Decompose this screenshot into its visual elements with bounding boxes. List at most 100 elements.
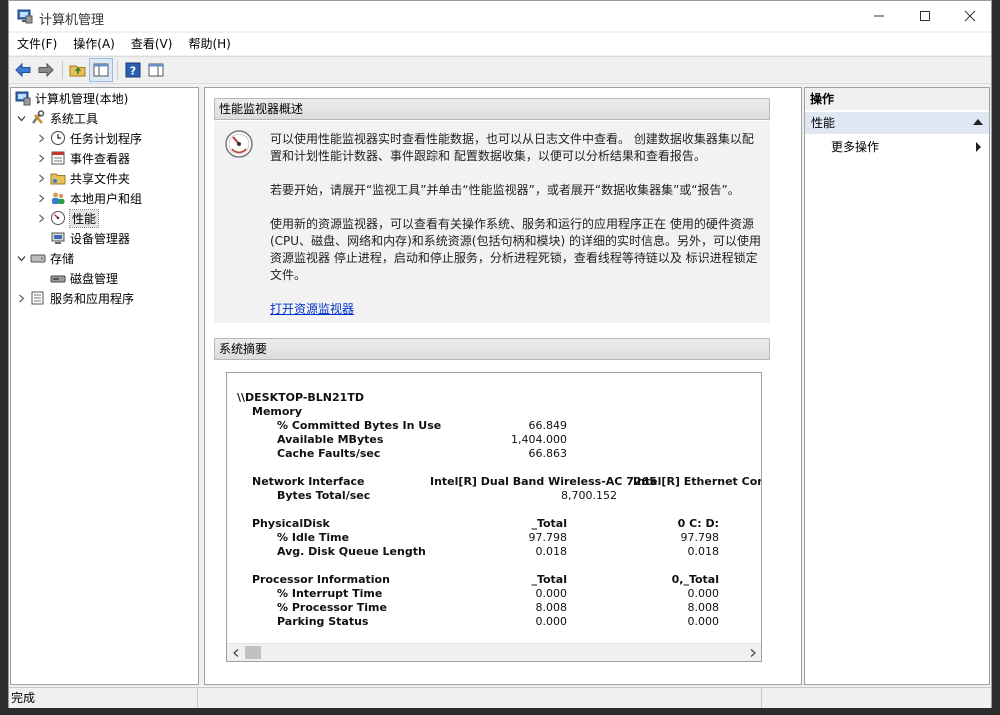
minimize-button[interactable] <box>856 1 902 31</box>
close-button[interactable] <box>947 1 993 31</box>
system-summary-box[interactable]: \\DESKTOP-BLN21TD Memory % Committed Byt… <box>226 372 762 662</box>
parking-status-label: Parking Status <box>277 615 369 628</box>
summary-section-header[interactable]: 系统摘要 <box>214 338 770 360</box>
idle-time-value-2: 97.798 <box>680 531 720 544</box>
tree-item-local-users[interactable]: 本地用户和组 <box>35 188 142 208</box>
svg-text:?: ? <box>130 65 136 78</box>
minimize-icon <box>874 15 884 17</box>
parking-status-value-2: 0.000 <box>687 615 720 628</box>
scrollbar-thumb[interactable] <box>245 646 261 659</box>
overview-paragraph-3: 使用新的资源监视器，可以查看有关操作系统、服务和运行的应用程序正在 使用的硬件资… <box>270 216 762 284</box>
chevron-right-icon <box>750 648 756 657</box>
committed-bytes-value: 66.849 <box>528 419 568 432</box>
tree-item-system-tools[interactable]: 系统工具 <box>15 108 98 128</box>
scroll-right-button[interactable] <box>744 644 761 661</box>
menu-view[interactable]: 查看(V) <box>123 33 181 55</box>
users-icon <box>50 190 66 206</box>
tree-label: 系统工具 <box>50 111 99 126</box>
disk-col-1: _Total <box>531 517 567 530</box>
interrupt-time-value-1: 0.000 <box>535 587 568 600</box>
tree-label: 磁盘管理 <box>70 271 119 286</box>
cache-faults-value: 66.863 <box>528 447 568 460</box>
processor-information-label: Processor Information <box>252 573 390 586</box>
open-resource-monitor-link[interactable]: 打开资源监视器 <box>270 302 354 316</box>
status-text: 完成 <box>9 688 198 708</box>
maximize-icon <box>920 11 930 21</box>
tree-item-root[interactable]: 计算机管理(本地) <box>15 88 128 108</box>
overview-section-header[interactable]: 性能监视器概述 <box>214 98 770 120</box>
cache-faults-label: Cache Faults/sec <box>277 447 381 460</box>
show-tree-icon <box>93 63 109 77</box>
menu-action[interactable]: 操作(A) <box>65 33 123 55</box>
tree-item-storage[interactable]: 存储 <box>15 248 74 268</box>
menu-bar: 文件(F) 操作(A) 查看(V) 帮助(H) <box>9 33 991 55</box>
forward-icon <box>38 62 54 78</box>
toolbar-separator <box>117 61 118 79</box>
tree-label: 设备管理器 <box>70 231 131 246</box>
overview-paragraph-2: 若要开始，请展开“监视工具”并单击“性能监视器”，或者展开“数据收集器集”或“报… <box>270 183 740 197</box>
actions-group-label: 性能 <box>811 116 836 130</box>
event-viewer-icon <box>50 150 66 166</box>
maximize-button[interactable] <box>902 1 948 31</box>
interrupt-time-label: % Interrupt Time <box>277 587 383 600</box>
performance-monitor-icon <box>224 129 254 159</box>
show-action-pane-button[interactable] <box>145 59 167 81</box>
up-folder-icon <box>69 65 86 77</box>
machine-name: \\DESKTOP-BLN21TD <box>237 391 364 404</box>
computer-management-window: 计算机管理 文件(F) 操作(A) 查看(V) 帮助(H) ? 计算机管理(本地… <box>8 0 992 708</box>
tree-item-performance[interactable]: 性能 <box>35 208 100 228</box>
toolbar-separator <box>62 61 63 79</box>
main-content-pane: 性能监视器概述 可以使用性能监视器实时查看性能数据，也可以从日志文件中查看。 创… <box>204 87 802 685</box>
disk-queue-label: Avg. Disk Queue Length <box>277 545 426 558</box>
tree-item-event-viewer[interactable]: 事件查看器 <box>35 148 130 168</box>
tree-item-device-manager[interactable]: 设备管理器 <box>50 228 130 248</box>
expand-arrow-icon[interactable] <box>35 192 47 204</box>
storage-icon <box>30 250 46 266</box>
scroll-left-button[interactable] <box>227 644 244 661</box>
physical-disk-label: PhysicalDisk <box>252 517 330 530</box>
horizontal-scrollbar[interactable] <box>227 643 761 661</box>
computer-management-icon <box>17 8 33 24</box>
tree-item-task-scheduler[interactable]: 任务计划程序 <box>35 128 142 148</box>
expand-arrow-icon[interactable] <box>35 132 47 144</box>
collapse-up-icon[interactable] <box>973 119 983 125</box>
committed-bytes-label: % Committed Bytes In Use <box>277 419 442 432</box>
title-bar: 计算机管理 <box>9 1 991 31</box>
bytes-total-value: 8,700.152 <box>561 489 617 502</box>
network-col-2: Intel[R] Ethernet Connec <box>633 475 761 488</box>
up-folder-button[interactable] <box>67 59 89 81</box>
tree-item-services-apps[interactable]: 服务和应用程序 <box>15 288 134 308</box>
disk-queue-value-1: 0.018 <box>535 545 568 558</box>
expand-arrow-icon[interactable] <box>35 212 47 224</box>
collapse-arrow-icon[interactable] <box>15 112 27 124</box>
disk-col-2: 0 C: D: <box>677 517 719 530</box>
tree-item-disk-management[interactable]: 磁盘管理 <box>50 268 118 288</box>
back-button[interactable] <box>12 59 34 81</box>
open-resource-monitor-link-wrap: 打开资源监视器 <box>270 301 762 318</box>
available-mbytes-label: Available MBytes <box>277 433 384 446</box>
processor-time-value-1: 8.008 <box>535 601 568 614</box>
expand-arrow-icon[interactable] <box>35 152 47 164</box>
expand-arrow-icon[interactable] <box>15 292 27 304</box>
collapse-arrow-icon[interactable] <box>15 252 27 264</box>
help-button[interactable]: ? <box>122 59 144 81</box>
network-interface-label: Network Interface <box>252 475 365 488</box>
submenu-arrow-icon <box>976 142 981 152</box>
close-icon <box>964 10 976 22</box>
forward-button[interactable] <box>35 59 57 81</box>
tree-item-shared-folders[interactable]: 共享文件夹 <box>35 168 130 188</box>
menu-help[interactable]: 帮助(H) <box>180 33 238 55</box>
show-tree-button[interactable] <box>89 58 113 82</box>
more-actions-label: 更多操作 <box>831 140 880 154</box>
more-actions-item[interactable]: 更多操作 <box>805 136 989 158</box>
expand-arrow-icon[interactable] <box>35 172 47 184</box>
disk-queue-value-2: 0.018 <box>687 545 720 558</box>
chevron-left-icon <box>232 648 238 657</box>
window-title: 计算机管理 <box>39 13 105 28</box>
actions-group-performance[interactable]: 性能 <box>805 112 989 134</box>
overview-line: (CPU、磁盘、网络和内存)和系统资源(包括句柄和模块) 的详细的实时信息。另外… <box>270 234 761 248</box>
menu-file[interactable]: 文件(F) <box>9 33 65 55</box>
clock-icon <box>50 130 66 146</box>
status-cell-empty <box>199 688 762 708</box>
overview-line: 资源监视器 停止进程，启动和停止服务，分析进程死锁，查看线程等待链以及 标识进程… <box>270 251 758 265</box>
